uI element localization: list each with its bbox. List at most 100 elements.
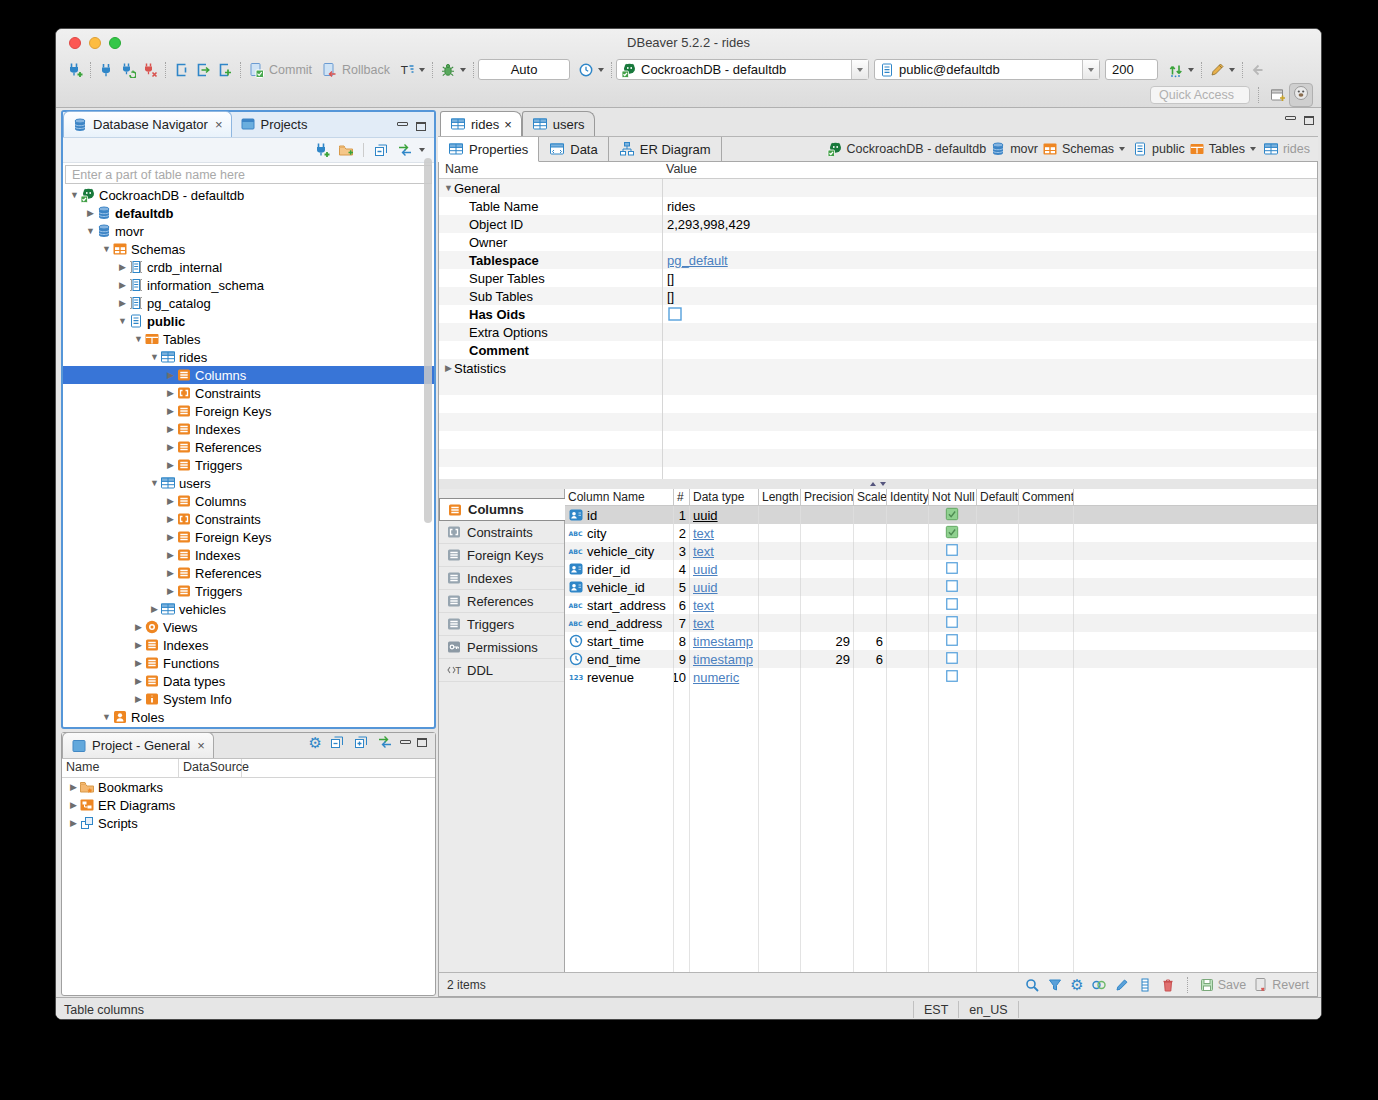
property-row[interactable]: Super Tables []	[439, 269, 1317, 287]
transaction-mode-icon[interactable]: T	[396, 60, 418, 80]
commit-icon[interactable]	[245, 60, 267, 80]
property-row[interactable]: Sub Tables []	[439, 287, 1317, 305]
property-row[interactable]: Has Oids	[439, 305, 1317, 323]
close-window-button[interactable]	[69, 37, 81, 49]
tree-item[interactable]: Constraints	[63, 510, 434, 528]
settings-gear-icon[interactable]: ⚙	[1070, 977, 1083, 992]
subtab[interactable]: Properties	[438, 137, 539, 162]
side-tab[interactable]: Permissions	[439, 636, 564, 659]
tab-projects[interactable]: Projects	[232, 111, 316, 137]
side-tab[interactable]: Columns	[439, 498, 565, 521]
tree-item[interactable]: vehicles	[63, 600, 434, 618]
tree-item[interactable]: Foreign Keys	[63, 528, 434, 546]
grid-header[interactable]: Column Name	[565, 489, 674, 505]
debug-icon[interactable]	[437, 60, 459, 80]
filter-icon[interactable]	[1047, 977, 1063, 993]
column-header-name[interactable]: Name	[62, 759, 179, 777]
revert-button[interactable]: Revert	[1253, 977, 1309, 993]
new-connection-icon[interactable]	[311, 140, 333, 160]
editor-tab[interactable]: users	[522, 111, 595, 136]
tree-item[interactable]: Triggers	[63, 582, 434, 600]
maximize-editor-icon[interactable]	[1304, 116, 1314, 125]
tree-item[interactable]: ER Diagrams	[62, 796, 435, 814]
pen-icon[interactable]	[1206, 60, 1228, 80]
expand-all-icon[interactable]	[352, 732, 370, 752]
side-tab[interactable]: Triggers	[439, 613, 564, 636]
property-row[interactable]: Tablespace pg_default	[439, 251, 1317, 269]
breadcrumb-item[interactable]: rides	[1263, 141, 1310, 157]
compare-icon[interactable]	[1091, 977, 1107, 993]
subtab[interactable]: ER Diagram	[609, 137, 722, 162]
navigator-scrollbar[interactable]	[424, 158, 432, 523]
tree-item[interactable]: Tables	[63, 330, 434, 348]
tree-item[interactable]: Schemas	[63, 240, 434, 258]
tree-item[interactable]: Triggers	[63, 456, 434, 474]
collapse-all-icon[interactable]	[370, 140, 392, 160]
rollback-label[interactable]: Rollback	[342, 63, 390, 77]
breadcrumb-item[interactable]: CockroachDB - defaultdb	[827, 141, 987, 157]
delete-icon[interactable]	[1160, 977, 1176, 993]
column-row[interactable]: end_time 9 timestamp 29 6	[565, 650, 1317, 668]
collapse-all-icon[interactable]	[328, 732, 346, 752]
column-row[interactable]: start_time 8 timestamp 29 6	[565, 632, 1317, 650]
props-header-value[interactable]: Value	[662, 162, 697, 178]
close-icon[interactable]: ×	[215, 117, 223, 132]
property-row[interactable]: Table Name rides	[439, 197, 1317, 215]
link-with-editor-icon[interactable]	[394, 140, 416, 160]
tree-item[interactable]: References	[63, 438, 434, 456]
tree-item[interactable]: rides	[63, 348, 434, 366]
minimize-editor-icon[interactable]	[1285, 116, 1296, 120]
column-row[interactable]: id 1 uuid	[565, 506, 1317, 524]
view-menu-icon[interactable]	[419, 148, 425, 152]
tree-item[interactable]: System Info	[63, 690, 434, 708]
side-tab[interactable]: Indexes	[439, 567, 564, 590]
property-row[interactable]: Comment	[439, 341, 1317, 359]
property-row[interactable]: Object ID 2,293,998,429	[439, 215, 1317, 233]
link-with-editor-icon[interactable]	[376, 732, 394, 752]
open-perspective-icon[interactable]	[1267, 85, 1289, 105]
tree-item[interactable]: Scripts	[62, 814, 435, 832]
property-row[interactable]: Extra Options	[439, 323, 1317, 341]
maximize-view-icon[interactable]	[416, 122, 426, 131]
tree-item[interactable]: public	[63, 312, 434, 330]
connect-icon[interactable]	[95, 60, 117, 80]
close-icon[interactable]: ×	[504, 117, 512, 132]
tree-item[interactable]: users	[63, 474, 434, 492]
column-header-datasource[interactable]: DataSource	[179, 759, 242, 777]
breadcrumb-item[interactable]: Schemas	[1042, 141, 1128, 157]
tree-item[interactable]: crdb_internal	[63, 258, 434, 276]
fetch-size-field[interactable]: 200	[1105, 59, 1158, 80]
tree-item[interactable]: Views	[63, 618, 434, 636]
rollback-icon[interactable]	[318, 60, 340, 80]
gear-icon[interactable]: ⚙	[309, 735, 322, 750]
column-row[interactable]: vehicle_id 5 uuid	[565, 578, 1317, 596]
dbeaver-perspective-icon[interactable]	[1289, 83, 1313, 107]
tree-item[interactable]: defaultdb	[63, 204, 434, 222]
reconnect-icon[interactable]	[117, 60, 139, 80]
table-filter-input[interactable]: Enter a part of table name here	[65, 165, 432, 184]
grid-header[interactable]: Data type	[690, 489, 759, 505]
breadcrumb-item[interactable]: Tables	[1189, 141, 1259, 157]
tree-item[interactable]: CockroachDB - defaultdb	[63, 186, 434, 204]
quick-access-field[interactable]: Quick Access	[1150, 86, 1250, 104]
maximize-view-icon[interactable]	[417, 738, 427, 747]
grid-header[interactable]: Scale	[854, 489, 887, 505]
property-row[interactable]: Statistics	[439, 359, 1317, 377]
column-row[interactable]: ABCend_address 7 text	[565, 614, 1317, 632]
grid-header[interactable]: Default	[977, 489, 1019, 505]
schema-combo[interactable]: public@defaultdb	[874, 59, 1100, 80]
side-tab[interactable]: References	[439, 590, 564, 613]
tree-item[interactable]: Bookmarks	[62, 778, 435, 796]
tree-item[interactable]: Indexes	[63, 420, 434, 438]
tree-item[interactable]: Foreign Keys	[63, 402, 434, 420]
grid-header[interactable]: Comment	[1019, 489, 1074, 505]
grid-header[interactable]: #	[674, 489, 690, 505]
tree-item[interactable]: Indexes	[63, 636, 434, 654]
tree-item[interactable]: Columns	[63, 492, 434, 510]
column-row[interactable]: rider_id 4 uuid	[565, 560, 1317, 578]
side-tab[interactable]: Foreign Keys	[439, 544, 564, 567]
subtab[interactable]: Data	[539, 137, 608, 162]
tree-item[interactable]: Columns	[63, 366, 434, 384]
editor-tab[interactable]: rides ×	[440, 111, 522, 136]
connection-combo[interactable]: CockroachDB - defaultdb	[616, 59, 869, 80]
